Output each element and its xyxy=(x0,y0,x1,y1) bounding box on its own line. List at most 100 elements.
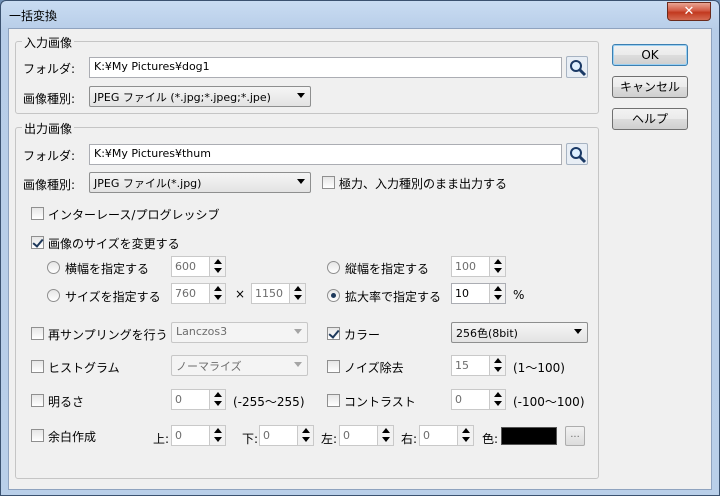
margin-bottom-label: 下: xyxy=(242,432,259,446)
height-value: 100 xyxy=(455,260,476,273)
contrast-value: 0 xyxy=(455,393,462,406)
output-type-label: 画像種別: xyxy=(23,178,76,192)
width-radio[interactable] xyxy=(47,261,60,274)
chevron-down-icon xyxy=(574,329,582,334)
spinner-arrows[interactable] xyxy=(209,390,225,409)
brightness-label: 明るさ xyxy=(48,395,85,409)
spinner-arrows[interactable] xyxy=(377,426,393,445)
arrow-up-icon xyxy=(382,428,390,433)
search-icon xyxy=(570,147,587,164)
spinner-arrows[interactable] xyxy=(289,284,305,303)
contrast-range: (-100〜100) xyxy=(513,395,585,409)
close-button[interactable]: ✕ xyxy=(667,2,711,21)
histogram-select[interactable]: ノーマライズ xyxy=(171,355,308,376)
spinner-arrows[interactable] xyxy=(489,257,505,276)
arrow-up-icon xyxy=(214,392,222,397)
margin-color-browse-button[interactable]: ... xyxy=(565,426,585,446)
output-group-legend: 出力画像 xyxy=(22,120,75,137)
arrow-up-icon xyxy=(494,358,502,363)
noise-checkbox[interactable] xyxy=(327,360,340,373)
spinner-arrows[interactable] xyxy=(209,284,225,303)
arrow-up-icon xyxy=(214,428,222,433)
input-type-label: 画像種別: xyxy=(23,92,76,106)
noise-label: ノイズ除去 xyxy=(344,361,404,375)
chevron-down-icon xyxy=(297,93,305,98)
size-width-spinner[interactable]: 760 xyxy=(171,283,226,304)
scale-spinner[interactable]: 10 xyxy=(451,283,506,304)
keep-type-label: 極力、入力種別のまま出力する xyxy=(339,177,508,191)
cancel-button[interactable]: キャンセル xyxy=(612,76,688,98)
noise-spinner[interactable]: 15 xyxy=(451,355,506,376)
interlace-checkbox[interactable] xyxy=(31,207,44,220)
color-value: 256色(8bit) xyxy=(456,327,518,340)
margin-top-value: 0 xyxy=(175,429,182,442)
margin-top-label: 上: xyxy=(153,432,170,446)
width-spinner[interactable]: 600 xyxy=(171,256,226,277)
interlace-label: インターレース/プログレッシブ xyxy=(48,208,220,222)
margin-color-label: 色: xyxy=(482,432,499,446)
scale-radio[interactable] xyxy=(327,289,340,302)
color-select[interactable]: 256色(8bit) xyxy=(451,322,588,343)
spinner-arrows[interactable] xyxy=(489,390,505,409)
margin-right-spinner[interactable]: 0 xyxy=(419,425,474,446)
brightness-value: 0 xyxy=(175,393,182,406)
resample-select[interactable]: Lanczos3 xyxy=(171,322,308,343)
arrow-down-icon xyxy=(214,437,222,442)
input-folder-browse-button[interactable] xyxy=(566,56,588,78)
arrow-up-icon xyxy=(494,259,502,264)
margin-right-value: 0 xyxy=(423,429,430,442)
resample-checkbox[interactable] xyxy=(31,327,44,340)
histogram-label: ヒストグラム xyxy=(48,361,120,375)
arrow-down-icon xyxy=(462,437,470,442)
contrast-spinner[interactable]: 0 xyxy=(451,389,506,410)
spinner-arrows[interactable] xyxy=(489,284,505,303)
keep-type-checkbox[interactable] xyxy=(322,176,335,189)
output-type-value: JPEG ファイル(*.jpg) xyxy=(94,177,202,190)
contrast-label: コントラスト xyxy=(344,395,416,409)
ok-button[interactable]: OK xyxy=(612,44,688,66)
resize-label: 画像のサイズを変更する xyxy=(48,237,180,251)
help-button[interactable]: ヘルプ xyxy=(612,108,688,130)
noise-range: (1〜100) xyxy=(513,361,565,375)
title-bar[interactable]: 一括変換 ✕ xyxy=(1,1,719,28)
histogram-value: ノーマライズ xyxy=(176,360,242,373)
output-image-group: 出力画像 フォルダ: K:¥My Pictures¥thum 画像種別: JPE… xyxy=(15,120,599,479)
spinner-arrows[interactable] xyxy=(457,426,473,445)
brightness-spinner[interactable]: 0 xyxy=(171,389,226,410)
output-type-select[interactable]: JPEG ファイル(*.jpg) xyxy=(89,172,311,193)
brightness-checkbox[interactable] xyxy=(31,394,44,407)
size-width-value: 760 xyxy=(175,287,196,300)
height-spinner[interactable]: 100 xyxy=(451,256,506,277)
arrow-down-icon xyxy=(494,268,502,273)
height-radio[interactable] xyxy=(327,261,340,274)
output-folder-field[interactable]: K:¥My Pictures¥thum xyxy=(89,144,562,165)
resize-checkbox[interactable] xyxy=(31,236,44,249)
size-height-spinner[interactable]: 1150 xyxy=(251,283,306,304)
spinner-arrows[interactable] xyxy=(297,426,313,445)
spinner-arrows[interactable] xyxy=(489,356,505,375)
margin-checkbox[interactable] xyxy=(31,429,44,442)
resample-value: Lanczos3 xyxy=(176,325,228,338)
scale-value: 10 xyxy=(455,287,469,300)
contrast-checkbox[interactable] xyxy=(327,394,340,407)
arrow-down-icon xyxy=(382,437,390,442)
output-folder-browse-button[interactable] xyxy=(566,143,588,165)
arrow-down-icon xyxy=(214,401,222,406)
arrow-up-icon xyxy=(494,392,502,397)
arrow-down-icon xyxy=(494,401,502,406)
input-group-legend: 入力画像 xyxy=(22,34,75,51)
arrow-down-icon xyxy=(494,295,502,300)
color-checkbox[interactable] xyxy=(327,327,340,340)
input-type-select[interactable]: JPEG ファイル (*.jpg;*.jpeg;*.jpe) xyxy=(89,86,311,107)
size-radio[interactable] xyxy=(47,289,60,302)
input-folder-field[interactable]: K:¥My Pictures¥dog1 xyxy=(89,57,562,78)
histogram-checkbox[interactable] xyxy=(31,360,44,373)
margin-left-spinner[interactable]: 0 xyxy=(339,425,394,446)
arrow-up-icon xyxy=(302,428,310,433)
input-type-value: JPEG ファイル (*.jpg;*.jpeg;*.jpe) xyxy=(94,91,271,104)
spinner-arrows[interactable] xyxy=(209,426,225,445)
color-label: カラー xyxy=(344,328,381,342)
margin-top-spinner[interactable]: 0 xyxy=(171,425,226,446)
spinner-arrows[interactable] xyxy=(209,257,225,276)
margin-bottom-spinner[interactable]: 0 xyxy=(259,425,314,446)
